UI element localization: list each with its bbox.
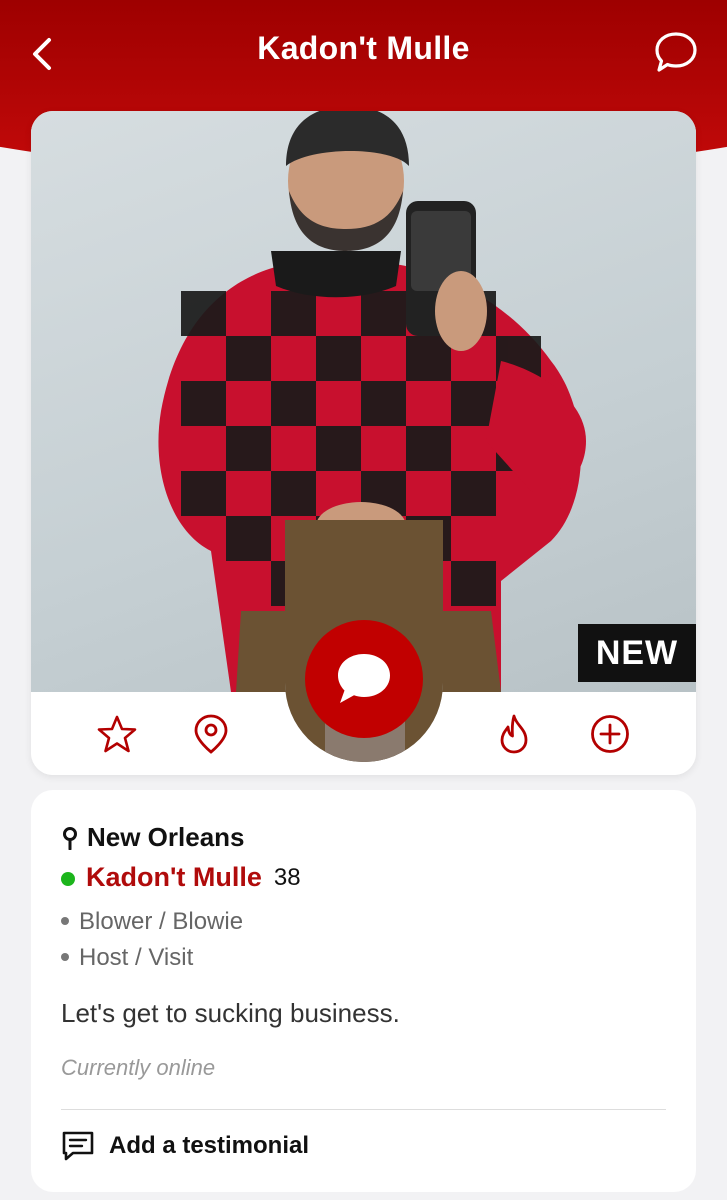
location-pin-icon — [63, 826, 77, 850]
chat-button[interactable] — [651, 28, 701, 78]
add-testimonial-button[interactable]: Add a testimonial — [61, 1130, 309, 1162]
online-indicator — [61, 872, 75, 886]
message-bubble-icon — [338, 654, 390, 703]
profile-name: Kadon't Mulle — [86, 862, 262, 892]
map-pin-icon — [194, 714, 228, 754]
plus-circle-icon — [591, 715, 629, 753]
location-text: New Orleans — [87, 822, 245, 852]
comment-lines-icon — [62, 1131, 94, 1161]
profile-age: 38 — [273, 863, 301, 891]
list-item: Blower / Blowie — [61, 908, 243, 936]
profile-details: New Orleans Kadon't Mulle 38 Blower / Bl… — [31, 790, 696, 1192]
online-status: Currently online — [61, 1055, 216, 1080]
profile-bio: Let's get to sucking business. — [61, 998, 400, 1028]
chat-bubble-icon — [655, 32, 697, 72]
hot-button[interactable] — [492, 712, 536, 756]
message-button[interactable] — [305, 620, 423, 738]
page-title: Kadon't Mulle — [257, 30, 470, 66]
tag-text: Host / Visit — [79, 944, 194, 971]
add-button[interactable] — [588, 712, 632, 756]
favorite-button[interactable] — [95, 712, 139, 756]
add-testimonial-label: Add a testimonial — [109, 1132, 310, 1159]
bullet — [61, 916, 69, 925]
location-row: New Orleans — [61, 822, 245, 853]
profile-photo[interactable]: NEW — [31, 111, 696, 692]
bullet — [61, 952, 69, 961]
star-icon — [97, 715, 137, 753]
map-button[interactable] — [189, 712, 233, 756]
profile-photo-illustration — [158, 111, 586, 692]
tag-text: Blower / Blowie — [79, 908, 244, 935]
new-badge: NEW — [578, 624, 696, 682]
list-item: Host / Visit — [61, 944, 193, 972]
name-row: Kadon't Mulle 38 — [61, 862, 301, 893]
divider — [61, 1109, 666, 1110]
flame-icon — [500, 714, 528, 754]
